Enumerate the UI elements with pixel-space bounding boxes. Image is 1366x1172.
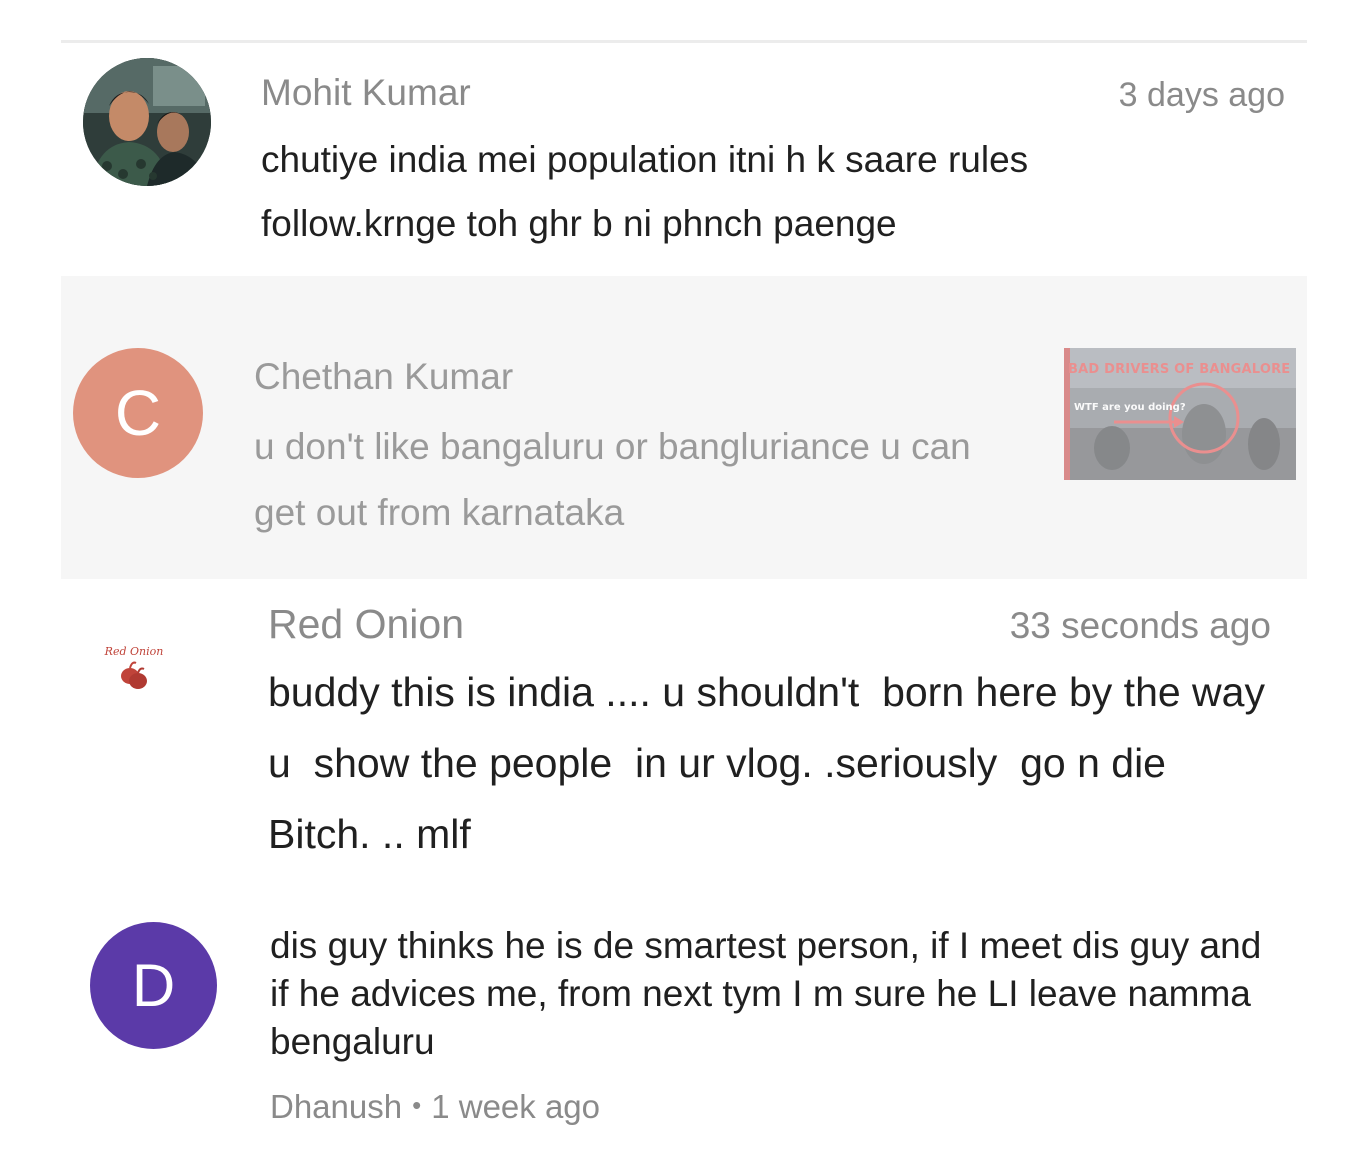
comment-author[interactable]: Red Onion: [268, 601, 464, 648]
video-thumbnail[interactable]: BAD DRIVERS OF BANGALORE WTF are you doi…: [1064, 348, 1296, 480]
comment-text: dis guy thinks he is de smartest person,…: [270, 925, 1262, 1062]
comment-meta: Dhanush • 1 week ago: [270, 1088, 600, 1126]
thumbnail-title: BAD DRIVERS OF BANGALORE: [1068, 362, 1291, 377]
comment-item[interactable]: Mohit Kumar 3 days ago chutiye india mei…: [0, 44, 1366, 276]
comment-timestamp: 3 days ago: [1118, 76, 1285, 114]
avatar[interactable]: C: [73, 348, 203, 478]
meta-separator: •: [412, 1090, 422, 1120]
profile-photo-icon: [83, 58, 211, 186]
avatar[interactable]: [83, 58, 211, 186]
comment-text: u don't like bangaluru or bangluriance u…: [254, 426, 971, 533]
comment-item-highlighted[interactable]: C Chethan Kumar u don't like bangaluru o…: [61, 276, 1307, 579]
comment-item[interactable]: Red Onion Red Onion 33 seconds ago buddy…: [0, 579, 1366, 879]
avatar[interactable]: Red Onion: [100, 645, 168, 693]
comment-author[interactable]: Dhanush: [270, 1088, 402, 1125]
comment-item[interactable]: D dis guy thinks he is de smartest perso…: [0, 900, 1366, 1172]
top-divider: [61, 40, 1307, 43]
onion-logo-icon: [121, 661, 147, 689]
comment-author[interactable]: Mohit Kumar: [261, 72, 471, 114]
comment-author[interactable]: Chethan Kumar: [254, 356, 513, 398]
comment-text: chutiye india mei population itni h k sa…: [261, 139, 1029, 244]
comment-timestamp: 1 week ago: [431, 1088, 601, 1125]
thumbnail-subtitle: WTF are you doing?: [1074, 402, 1186, 413]
comment-timestamp: 33 seconds ago: [1009, 605, 1271, 646]
comment-text: buddy this is india .... u shouldn't bor…: [268, 669, 1277, 857]
avatar[interactable]: D: [90, 922, 217, 1049]
